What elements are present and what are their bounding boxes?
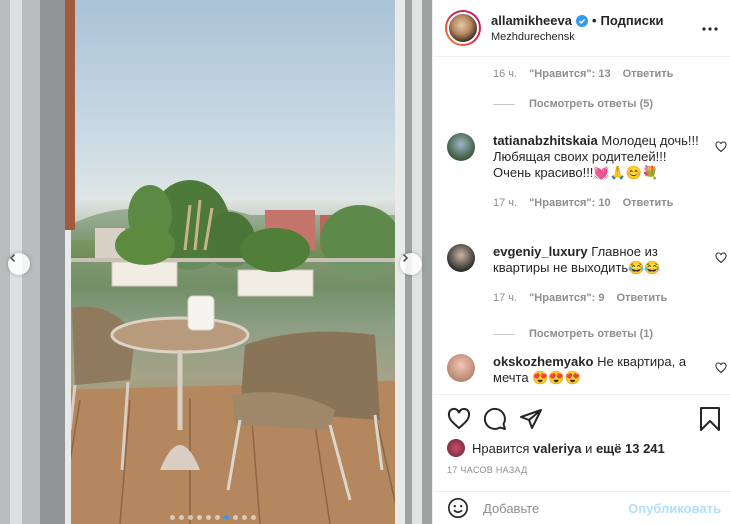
likes-connector: и (585, 440, 593, 456)
post-side-panel: allamikheeva • Подписки Mezhdurechensk 1… (432, 0, 730, 524)
comment-time: 17 ч. (493, 292, 518, 304)
comment-reply-button[interactable]: Ответить (623, 195, 674, 211)
view-replies-label: Посмотреть ответы (5) (529, 98, 654, 110)
comment-reply-button[interactable]: Ответить (623, 68, 674, 80)
like-comment-heart-icon[interactable] (715, 362, 727, 374)
balcony-photo-illustration (0, 0, 432, 524)
comment-meta: 17 ч. "Нравится": 9 Ответить (493, 290, 705, 306)
replies-line (493, 103, 515, 105)
carousel-dot (179, 515, 184, 520)
liked-user[interactable]: valeriya (533, 441, 581, 456)
comment-item: okskozhemyako Не квартира, а мечта 😍😍😍 (447, 354, 727, 386)
carousel-dot (242, 515, 247, 520)
publish-button[interactable]: Опубликовать (628, 501, 721, 516)
view-replies-label: Посмотреть ответы (1) (529, 328, 654, 340)
commenter-username[interactable]: tatianabzhitskaia (493, 133, 598, 148)
post-timestamp[interactable]: 17 ЧАСОВ НАЗАД (447, 465, 528, 475)
likes-count[interactable]: ещё 13 241 (596, 441, 665, 456)
comment-likes[interactable]: "Нравится": 9 (529, 290, 604, 306)
commenter-username[interactable]: evgeniy_luxury (493, 244, 588, 259)
chevron-left-icon (9, 253, 16, 263)
comment-likes[interactable]: "Нравится": 13 (529, 68, 610, 80)
liker-avatar (447, 439, 465, 457)
likes-summary[interactable]: Нравится valeriya и ещё 13 241 (447, 439, 665, 457)
carousel-dot (215, 515, 220, 520)
carousel-dot (206, 515, 211, 520)
verified-badge-icon (575, 14, 588, 27)
author-avatar-image (447, 12, 479, 44)
likes-prefix: Нравится (472, 440, 530, 456)
comment-meta: 16 ч. "Нравится": 13 Ответить (493, 68, 673, 80)
add-comment-bar: Опубликовать (433, 491, 730, 524)
comment-item: tatianabzhitskaia Молодец дочь!!! Любяща… (447, 133, 727, 211)
post-location[interactable]: Mezhdurechensk (491, 31, 663, 43)
comment-meta: 17 ч. "Нравится": 10 Ответить (493, 195, 705, 211)
carousel-dot (197, 515, 202, 520)
comment-time: 17 ч. (493, 197, 518, 209)
following-button[interactable]: Подписки (601, 13, 664, 28)
instagram-post: allamikheeva • Подписки Mezhdurechensk 1… (0, 0, 730, 524)
commenter-username[interactable]: okskozhemyako (493, 354, 593, 369)
header-separator: • (591, 13, 597, 28)
commenter-avatar[interactable] (447, 133, 475, 161)
author-avatar[interactable] (445, 10, 481, 46)
commenter-avatar[interactable] (447, 354, 475, 382)
comment-input[interactable] (483, 500, 633, 516)
carousel-dot (188, 515, 193, 520)
post-photo[interactable] (0, 0, 432, 524)
post-header: allamikheeva • Подписки Mezhdurechensk (433, 0, 730, 57)
comment-likes[interactable]: "Нравится": 10 (529, 195, 610, 211)
chevron-right-icon (402, 253, 409, 263)
carousel-dot (224, 515, 229, 520)
comments-list[interactable]: 16 ч. "Нравится": 13 Ответить Посмотреть… (433, 57, 730, 393)
view-replies-button[interactable]: Посмотреть ответы (1) (493, 326, 705, 342)
share-send-icon[interactable] (519, 407, 543, 431)
bookmark-icon[interactable] (699, 407, 721, 431)
like-comment-heart-icon[interactable] (715, 141, 727, 153)
carousel-prev-button[interactable] (8, 253, 30, 275)
comment-bubble-icon[interactable] (483, 407, 507, 431)
carousel-dot (170, 515, 175, 520)
more-horizontal-icon (702, 27, 718, 31)
view-replies-button[interactable]: Посмотреть ответы (5) (493, 98, 653, 110)
comment-item: evgeniy_luxury Главное из квартиры не вы… (447, 244, 727, 342)
commenter-avatar[interactable] (447, 244, 475, 272)
author-username[interactable]: allamikheeva (491, 13, 572, 28)
replies-line (493, 333, 515, 335)
more-options-button[interactable] (702, 18, 718, 36)
carousel-dot (251, 515, 256, 520)
carousel-dot (233, 515, 238, 520)
comment-time: 16 ч. (493, 68, 518, 80)
like-comment-heart-icon[interactable] (715, 252, 727, 264)
carousel-indicator (170, 515, 256, 520)
like-heart-icon[interactable] (447, 407, 471, 431)
emoji-smiley-icon[interactable] (447, 497, 469, 519)
comment-reply-button[interactable]: Ответить (616, 290, 667, 306)
carousel-next-button[interactable] (400, 253, 422, 275)
